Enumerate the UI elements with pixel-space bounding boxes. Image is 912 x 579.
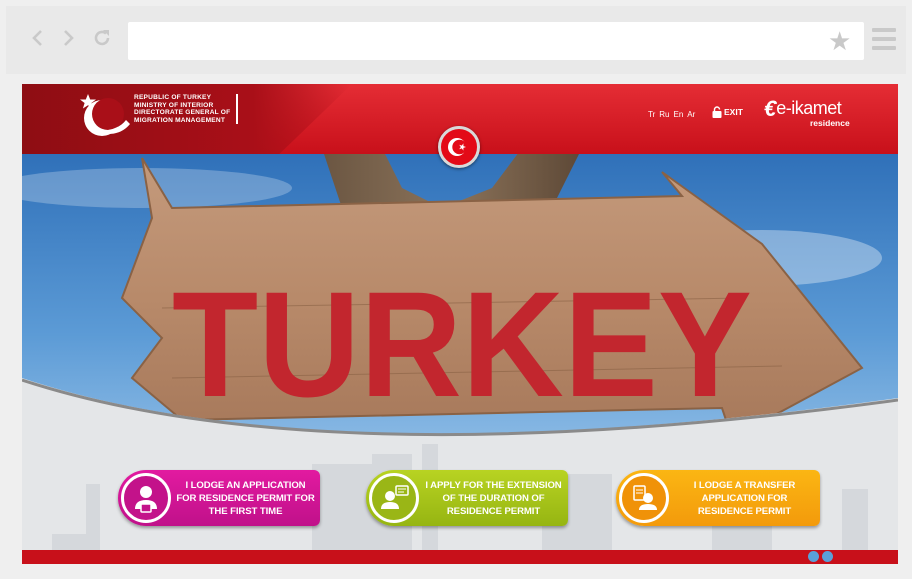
extension-icon <box>369 473 419 523</box>
brand-subtitle: residence <box>810 118 850 128</box>
new-application-label: I LODGE AN APPLICATION FOR RESIDENCE PER… <box>176 479 315 517</box>
exit-button[interactable]: EXIT <box>712 106 743 118</box>
hero-sign-text: TURKEY <box>172 260 752 428</box>
chevron-left-icon[interactable] <box>26 26 50 50</box>
lang-tr[interactable]: Tr <box>648 110 655 119</box>
browser-toolbar: ★ <box>6 6 906 74</box>
lang-en[interactable]: En <box>674 110 684 119</box>
exit-label: EXIT <box>724 107 743 117</box>
twitter-icon[interactable] <box>822 551 833 562</box>
lock-icon <box>712 106 722 118</box>
org-line: DIRECTORATE GENERAL OF <box>134 109 231 117</box>
organization-name: REPUBLIC OF TURKEY MINISTRY OF INTERIOR … <box>134 94 239 125</box>
e-ikamet-logo[interactable]: € e-ikamet residence <box>764 96 850 129</box>
org-line: MINISTRY OF INTERIOR <box>134 101 214 109</box>
new-application-button[interactable]: I LODGE AN APPLICATION FOR RESIDENCE PER… <box>118 470 320 526</box>
brand-word: ikamet <box>791 98 842 118</box>
brand-name: e-ikamet <box>776 98 842 118</box>
turkish-flag-icon <box>438 126 480 168</box>
org-line: MIGRATION MANAGEMENT <box>134 116 226 124</box>
extension-button[interactable]: I APPLY FOR THE EXTENSION OF THE DURATIO… <box>366 470 568 526</box>
page-viewport: TURKEY REPUBLIC OF TURKEY MINISTRY OF IN… <box>22 84 898 564</box>
brand-prefix: e- <box>776 98 792 118</box>
footer-bar <box>22 550 898 564</box>
new-application-icon <box>121 473 171 523</box>
address-bar[interactable] <box>128 22 864 60</box>
lang-ar[interactable]: Ar <box>687 110 695 119</box>
transfer-button[interactable]: I LODGE A TRANSFER APPLICATION FOR RESID… <box>616 470 820 526</box>
transfer-label: I LODGE A TRANSFER APPLICATION FOR RESID… <box>693 479 796 517</box>
transfer-icon <box>619 473 669 523</box>
language-switcher: Tr Ru En Ar <box>648 110 699 119</box>
reload-icon[interactable] <box>90 26 114 50</box>
e-logo-mark: € <box>764 96 777 121</box>
org-line: REPUBLIC OF TURKEY <box>134 94 212 101</box>
hamburger-menu-icon[interactable] <box>872 28 896 50</box>
lang-ru[interactable]: Ru <box>659 110 669 119</box>
star-icon[interactable]: ★ <box>828 28 851 54</box>
extension-label: I APPLY FOR THE EXTENSION OF THE DURATIO… <box>425 479 562 517</box>
chevron-right-icon[interactable] <box>56 26 80 50</box>
facebook-icon[interactable] <box>808 551 819 562</box>
